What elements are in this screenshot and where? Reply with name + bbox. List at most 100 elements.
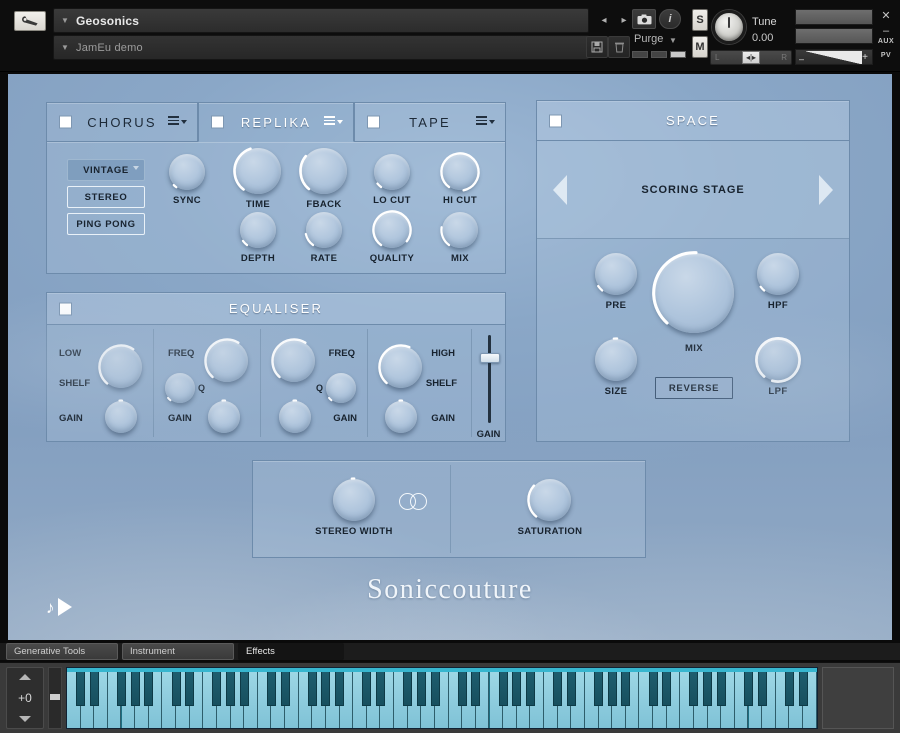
eq-low-mid-gain-knob[interactable]	[208, 401, 240, 433]
tape-menu-icon[interactable]	[476, 116, 495, 125]
knob-lpf[interactable]: LPF	[739, 339, 817, 397]
purge-dropdown-icon[interactable]: ▼	[669, 36, 677, 45]
eq-high-shelf-gain-knob[interactable]	[385, 401, 417, 433]
piano-black-key[interactable]	[512, 668, 521, 706]
piano-black-key[interactable]	[471, 668, 480, 706]
delete-button[interactable]	[608, 36, 630, 58]
knob-lo-cut[interactable]: LO CUT	[359, 154, 425, 206]
knob-saturation-dial[interactable]	[529, 479, 571, 521]
knob-mix-delay[interactable]: MIX	[425, 212, 495, 264]
eq-high-shelf-freq-knob[interactable]	[380, 346, 422, 388]
piano-black-key[interactable]	[240, 668, 249, 706]
snapshot-button[interactable]	[632, 9, 656, 29]
tab-instrument[interactable]: Instrument	[122, 643, 234, 660]
instrument-expand-icon[interactable]: ▼	[54, 17, 76, 25]
solo-button[interactable]: S	[692, 9, 708, 31]
piano-black-key[interactable]	[758, 668, 767, 706]
info-button[interactable]: i	[659, 9, 681, 29]
close-button[interactable]: ✕	[875, 9, 897, 22]
piano-black-key[interactable]	[76, 668, 85, 706]
piano-black-key[interactable]	[212, 668, 221, 706]
eq-high-mid-q-knob[interactable]	[326, 373, 356, 403]
eq-gain-fader-track[interactable]	[488, 335, 491, 423]
preset-name-bar[interactable]: ▼ JamEu demo	[53, 35, 589, 60]
knob-sync[interactable]: SYNC	[157, 154, 217, 206]
piano-black-key[interactable]	[131, 668, 140, 706]
music-note-icon[interactable]: ♪	[46, 599, 55, 616]
knob-lo-cut-dial[interactable]	[374, 154, 410, 190]
piano-black-key[interactable]	[267, 668, 276, 706]
piano-black-key[interactable]	[744, 668, 753, 706]
piano-black-key[interactable]	[608, 668, 617, 706]
eq-low-mid-freq-knob[interactable]	[206, 340, 248, 382]
eq-gain-fader-handle[interactable]	[480, 353, 500, 363]
reverse-button[interactable]: REVERSE	[655, 377, 733, 399]
chorus-menu-icon[interactable]	[168, 116, 187, 125]
piano-black-key[interactable]	[144, 668, 153, 706]
knob-lpf-dial[interactable]	[757, 339, 799, 381]
aux-button[interactable]: AUX	[875, 38, 897, 45]
knob-hi-cut[interactable]: HI CUT	[427, 154, 493, 206]
piano-black-key[interactable]	[553, 668, 562, 706]
next-preset-button[interactable]: ▸	[616, 15, 632, 26]
arrow-left-icon[interactable]	[553, 175, 567, 205]
piano-black-key[interactable]	[594, 668, 603, 706]
save-button[interactable]	[586, 36, 608, 58]
chorus-mode-pingpong[interactable]: PING PONG	[67, 213, 145, 235]
mod-wheel[interactable]	[48, 667, 62, 729]
piano-black-key[interactable]	[717, 668, 726, 706]
tune-knob[interactable]	[712, 10, 746, 44]
piano-black-key[interactable]	[281, 668, 290, 706]
chevron-down-icon[interactable]	[19, 716, 31, 722]
knob-quality[interactable]: QUALITY	[357, 212, 427, 264]
play-icon[interactable]	[58, 598, 72, 616]
piano-black-key[interactable]	[499, 668, 508, 706]
piano-black-key[interactable]	[621, 668, 630, 706]
prev-preset-button[interactable]: ◂	[596, 15, 612, 26]
piano-black-key[interactable]	[689, 668, 698, 706]
midi-keyboard[interactable]	[66, 667, 818, 729]
eq-low-mid-q-knob[interactable]	[165, 373, 195, 403]
knob-hi-cut-dial[interactable]	[442, 154, 478, 190]
knob-hpf-dial[interactable]	[757, 253, 799, 295]
piano-black-key[interactable]	[117, 668, 126, 706]
knob-fback[interactable]: FBACK	[289, 148, 359, 210]
knob-time[interactable]: TIME	[223, 148, 293, 210]
stereo-link-icon[interactable]	[399, 493, 431, 511]
piano-black-key[interactable]	[226, 668, 235, 706]
piano-black-key[interactable]	[703, 668, 712, 706]
mute-button[interactable]: M	[692, 36, 708, 58]
volume-slider[interactable]: – +	[795, 49, 873, 65]
knob-time-dial[interactable]	[235, 148, 281, 194]
knob-rate[interactable]: RATE	[289, 212, 359, 264]
minimize-button[interactable]: –	[875, 25, 897, 37]
piano-black-key[interactable]	[335, 668, 344, 706]
knob-sync-dial[interactable]	[169, 154, 205, 190]
eq-low-shelf-gain-knob[interactable]	[105, 401, 137, 433]
tab-tape[interactable]: TAPE	[354, 102, 506, 142]
octave-stepper[interactable]: +0	[6, 667, 44, 729]
audition-controls[interactable]: ♪	[46, 598, 72, 616]
knob-stereo-width[interactable]: STEREO WIDTH	[315, 479, 393, 537]
knob-mix-space-dial[interactable]	[654, 253, 734, 333]
instrument-name-bar[interactable]: ▼ Geosonics	[53, 8, 589, 33]
knob-saturation[interactable]: SATURATION	[511, 479, 589, 537]
arrow-right-icon[interactable]	[819, 175, 833, 205]
knob-pre-dial[interactable]	[595, 253, 637, 295]
piano-black-key[interactable]	[649, 668, 658, 706]
knob-rate-dial[interactable]	[306, 212, 342, 248]
piano-black-key[interactable]	[172, 668, 181, 706]
knob-size-dial[interactable]	[595, 339, 637, 381]
piano-black-key[interactable]	[785, 668, 794, 706]
knob-mix-delay-dial[interactable]	[442, 212, 478, 248]
pv-button[interactable]: PV	[875, 52, 897, 59]
eq-high-mid-freq-knob[interactable]	[273, 340, 315, 382]
piano-black-key[interactable]	[417, 668, 426, 706]
knob-stereo-width-dial[interactable]	[333, 479, 375, 521]
chorus-mode-vintage[interactable]: VINTAGE	[67, 159, 145, 181]
eq-high-mid-gain-knob[interactable]	[279, 401, 311, 433]
piano-black-key[interactable]	[526, 668, 535, 706]
eq-low-shelf-freq-knob[interactable]	[100, 346, 142, 388]
mod-wheel-handle[interactable]	[50, 694, 60, 700]
pan-handle[interactable]: ◂|▸	[742, 51, 760, 64]
